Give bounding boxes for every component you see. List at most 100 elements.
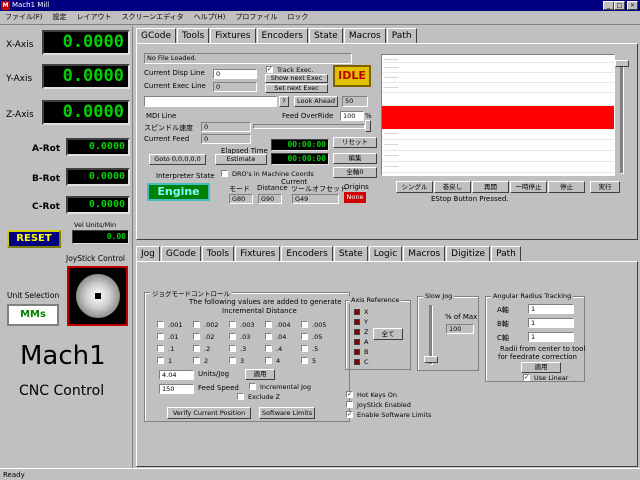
feed-override-field[interactable]: 100 <box>340 111 364 121</box>
tab-state-bottom[interactable]: State <box>333 246 368 261</box>
joystick-pad[interactable] <box>67 266 128 326</box>
increment-checkbox[interactable] <box>157 345 164 352</box>
current-disp-line-field[interactable]: 0 <box>213 69 257 79</box>
maximize-button[interactable]: □ <box>614 1 625 10</box>
reset-button[interactable]: RESET <box>7 230 61 248</box>
feed-override-slider-thumb[interactable] <box>365 120 371 132</box>
tab-encoders[interactable]: Encoders <box>256 28 308 43</box>
feed-speed-field[interactable]: 150 <box>159 384 194 394</box>
hot-keys-checkbox[interactable]: ✓ <box>346 391 353 398</box>
goto-zero-button[interactable]: Goto 0,0,0,0,0 <box>149 154 206 165</box>
increment-checkbox[interactable] <box>229 345 236 352</box>
stop-button[interactable]: 停止 <box>548 181 585 193</box>
x-axis-dro[interactable]: 0.0000 <box>42 30 130 55</box>
increment-checkbox[interactable] <box>229 357 236 364</box>
tab-macros-bottom[interactable]: Macros <box>403 246 446 261</box>
joystick-enabled-checkbox[interactable] <box>346 401 353 408</box>
menu-lock[interactable]: ロック <box>282 11 313 24</box>
units-per-jog-field[interactable]: 4.04 <box>159 370 194 380</box>
units-apply-button[interactable]: 適用 <box>245 369 275 380</box>
b-rot-dro[interactable]: 0.0000 <box>66 168 130 186</box>
increment-checkbox[interactable] <box>193 345 200 352</box>
increment-checkbox[interactable] <box>265 321 272 328</box>
run-button[interactable]: 実行 <box>590 181 620 193</box>
tab-state[interactable]: State <box>308 28 343 43</box>
use-linear-checkbox[interactable]: ✓ <box>523 374 530 381</box>
gcode-listing[interactable]: -------- -------- -------- -------- ----… <box>381 54 615 176</box>
unit-selection-button[interactable]: MMs <box>7 304 59 326</box>
increment-checkbox[interactable] <box>157 333 164 340</box>
increment-checkbox[interactable] <box>229 321 236 328</box>
c-rot-dro[interactable]: 0.0000 <box>66 196 130 214</box>
enable-limits-checkbox[interactable]: ✓ <box>346 411 353 418</box>
resume-button[interactable]: 再開 <box>472 181 509 193</box>
tab-macros[interactable]: Macros <box>343 28 386 43</box>
tab-fixtures-bottom[interactable]: Fixtures <box>235 246 281 261</box>
verify-position-button[interactable]: Verify Current Position <box>167 407 251 419</box>
exclude-z-checkbox[interactable] <box>237 393 244 400</box>
rewind-button[interactable]: 巻戻し <box>434 181 471 193</box>
distance-field: G90 <box>258 194 282 204</box>
increment-checkbox[interactable] <box>265 357 272 364</box>
increment-checkbox[interactable] <box>157 321 164 328</box>
software-limits-button[interactable]: Software Limits <box>259 407 315 419</box>
increment-checkbox[interactable] <box>301 321 308 328</box>
increment-checkbox[interactable] <box>265 345 272 352</box>
menu-layout[interactable]: レイアウト <box>72 11 117 24</box>
slow-jog-slider-thumb[interactable] <box>424 356 438 363</box>
menu-file[interactable]: ファイル(F) <box>0 11 48 24</box>
reset-gcode-button[interactable]: リセット <box>333 137 377 148</box>
tab-gcode[interactable]: GCode <box>136 28 177 44</box>
increment-checkbox[interactable] <box>301 345 308 352</box>
pause-button[interactable]: 一時停止 <box>510 181 547 193</box>
z-axis-dro[interactable]: 0.0000 <box>42 100 130 125</box>
single-step-button[interactable]: シングル <box>396 181 433 193</box>
edit-button[interactable]: 編集 <box>333 153 377 164</box>
tab-gcode-bottom[interactable]: GCode <box>160 246 201 261</box>
incremental-jog-checkbox[interactable] <box>249 383 256 390</box>
increment-checkbox[interactable] <box>301 333 308 340</box>
angular-a-field[interactable]: 1 <box>528 304 574 314</box>
estimate-button[interactable]: Estimate <box>215 154 267 165</box>
set-next-exec-button[interactable]: Set next Exec <box>265 84 328 93</box>
menu-screen-editor[interactable]: スクリーンエディタ <box>117 11 189 24</box>
tab-tools-bottom[interactable]: Tools <box>201 246 235 261</box>
angular-apply-button[interactable]: 適用 <box>521 362 561 373</box>
tab-path[interactable]: Path <box>386 28 417 43</box>
gcode-scroll-thumb[interactable] <box>615 60 629 67</box>
menu-help[interactable]: ヘルプ(H) <box>189 11 231 24</box>
tab-fixtures[interactable]: Fixtures <box>210 28 256 43</box>
c-rot-label: C-Rot <box>32 202 60 212</box>
increment-checkbox[interactable] <box>193 357 200 364</box>
increment-checkbox[interactable] <box>301 357 308 364</box>
increment-checkbox[interactable] <box>157 357 164 364</box>
tab-tools[interactable]: Tools <box>177 28 210 43</box>
tab-path-bottom[interactable]: Path <box>491 246 521 261</box>
gcode-scroll-track[interactable] <box>620 62 624 174</box>
increment-checkbox[interactable] <box>229 333 236 340</box>
tab-digitize[interactable]: Digitize <box>446 246 491 261</box>
menu-config[interactable]: 設定 <box>48 11 72 24</box>
increment-checkbox[interactable] <box>265 333 272 340</box>
mdi-input[interactable] <box>144 96 277 107</box>
mdi-help-button[interactable]: ? <box>279 96 289 107</box>
feed-override-slider-track[interactable] <box>253 124 365 129</box>
look-ahead-button[interactable]: Look Ahead <box>294 96 338 107</box>
tab-jog[interactable]: Jog <box>136 246 160 262</box>
increment-checkbox[interactable] <box>193 333 200 340</box>
close-button[interactable]: × <box>627 1 638 10</box>
angular-b-field[interactable]: 1 <box>528 318 574 328</box>
tab-logic[interactable]: Logic <box>368 246 403 261</box>
angular-c-field[interactable]: 1 <box>528 332 574 342</box>
minimize-button[interactable]: _ <box>603 1 614 10</box>
a-rot-dro[interactable]: 0.0000 <box>66 138 130 156</box>
tab-encoders-bottom[interactable]: Encoders <box>281 246 333 261</box>
show-next-exec-button[interactable]: Show next Exec <box>265 74 328 83</box>
track-exec-checkbox[interactable]: ✓ <box>266 66 273 73</box>
increment-checkbox[interactable] <box>193 321 200 328</box>
all-zero-button[interactable]: 全軸0 <box>333 167 377 178</box>
y-axis-dro[interactable]: 0.0000 <box>42 64 130 89</box>
reference-all-button[interactable]: 全て <box>373 328 403 340</box>
dro-machine-coords-checkbox[interactable] <box>221 170 228 177</box>
menu-profile[interactable]: プロファイル <box>230 11 282 24</box>
